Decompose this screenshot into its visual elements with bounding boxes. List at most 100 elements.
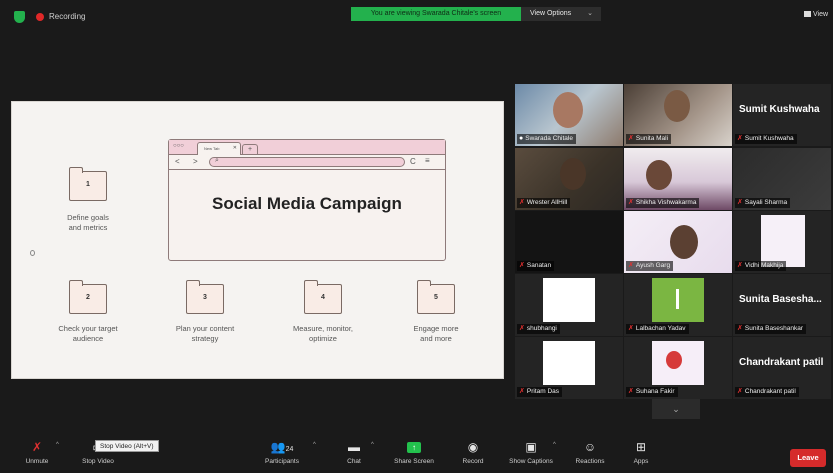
participant-tile[interactable]: ✗ Sayali Sharma xyxy=(733,148,831,210)
participant-name: ✗ shubhangi xyxy=(517,324,560,334)
participant-tile[interactable]: ✗ Vidhi Makhija xyxy=(733,211,831,273)
mic-muted-icon: ✗ xyxy=(737,325,743,332)
mic-muted-icon: ✗ xyxy=(737,199,743,206)
top-bar: Recording You are viewing Swarada Chital… xyxy=(0,0,833,34)
name-text: Suhana Fakir xyxy=(635,388,675,395)
profile-logo xyxy=(543,341,595,385)
participant-tile[interactable]: ✗ shubhangi xyxy=(515,274,623,336)
zoom-meeting-window: Recording You are viewing Swarada Chital… xyxy=(0,0,833,473)
reload-icon: C xyxy=(410,157,416,166)
step-label-line: Engage more xyxy=(413,324,459,333)
record-icon: ◉ xyxy=(467,440,479,454)
step-label: Plan your content strategy xyxy=(155,324,255,344)
unmute-button[interactable]: ✗ Unmute xyxy=(20,436,54,473)
viewing-screen-banner: You are viewing Swarada Chitale's screen xyxy=(351,7,521,21)
browser-window-illustration: ○○○ New Tab ✕ + < > ⌕ C ≡ Social Media C… xyxy=(168,139,446,261)
view-button[interactable]: View xyxy=(804,11,828,18)
slide-headline: Social Media Campaign xyxy=(212,194,402,213)
name-text: Lalbachan Yadav xyxy=(635,325,686,332)
name-text: shubhangi xyxy=(526,325,557,332)
caret-up-icon: ^ xyxy=(56,442,59,448)
profile-logo xyxy=(543,278,595,322)
view-label: View xyxy=(813,11,829,18)
step-number: 5 xyxy=(434,294,438,301)
participant-tile[interactable]: ✗ Lalbachan Yadav xyxy=(624,274,732,336)
participant-face xyxy=(664,90,690,122)
reactions-icon: ☺ xyxy=(583,440,597,454)
view-options-label: View Options xyxy=(530,10,572,17)
unmute-label: Unmute xyxy=(25,458,49,465)
name-text: Sayali Sharma xyxy=(744,199,788,206)
reactions-button[interactable]: ☺ Reactions xyxy=(568,436,612,473)
mic-muted-icon: ✗ xyxy=(31,440,43,454)
captions-options-caret[interactable]: ^ xyxy=(553,436,561,473)
participant-tile[interactable]: ✗ Suhana Fakir xyxy=(624,337,732,399)
participant-name: ✗ Wrester AllHill xyxy=(517,198,571,208)
participant-name: ✗ Sumit Kushwaha xyxy=(735,134,797,144)
step-number: 3 xyxy=(203,294,207,301)
grid-view-icon xyxy=(804,11,811,17)
participant-display-name: Sunita Basesha... xyxy=(739,294,822,305)
participant-tile[interactable]: ✗ Sunita Mali xyxy=(624,84,732,146)
view-options-button[interactable]: View Options ⌄ xyxy=(521,7,601,21)
participant-name: ✗ Shikha Vishwakarma xyxy=(626,198,700,208)
chat-button[interactable]: ▬ Chat xyxy=(338,436,370,473)
pointer-icon xyxy=(30,250,35,256)
mic-muted-icon: ✗ xyxy=(628,262,634,269)
participant-tile[interactable]: ✗ Sanatan xyxy=(515,211,623,273)
participants-icon: 👥24 xyxy=(270,440,294,454)
participant-tile[interactable]: ✗ Ayush Garg xyxy=(624,211,732,273)
participant-name: ✗ Sayali Sharma xyxy=(735,198,791,208)
apps-label: Apps xyxy=(633,458,649,465)
share-screen-button[interactable]: ↑ Share Screen xyxy=(388,436,440,473)
shared-screen-slide: 1 Define goals and metrics ○○○ New Tab ✕… xyxy=(11,101,504,379)
participant-tile[interactable]: Sunita Basesha... ✗ Sunita Baseshankar xyxy=(733,274,831,336)
chevron-down-icon[interactable]: ⌄ xyxy=(652,399,700,419)
folder-icon: 2 xyxy=(69,280,107,314)
step-label-line: strategy xyxy=(191,334,219,343)
step-number: 1 xyxy=(86,181,90,188)
participant-name: ✗ Suhana Fakir xyxy=(626,387,678,397)
record-label: Record xyxy=(462,458,484,465)
avatar-initial xyxy=(676,289,679,309)
participant-face xyxy=(553,92,583,128)
browser-nav-row: < > ⌕ C ≡ xyxy=(169,155,445,170)
participant-name: ✗ Pritam Das xyxy=(517,387,563,397)
participant-tile[interactable]: Sumit Kushwaha ✗ Sumit Kushwaha xyxy=(733,84,831,146)
window-dots-icon: ○○○ xyxy=(173,143,184,149)
record-button[interactable]: ◉ Record xyxy=(455,436,491,473)
participant-name: ✗ Ayush Garg xyxy=(626,261,674,271)
name-text: Swarada Chitale xyxy=(525,135,573,142)
participant-tile[interactable]: ● Swarada Chitale xyxy=(515,84,623,146)
leave-button[interactable]: Leave xyxy=(790,449,826,467)
participant-name: ● Swarada Chitale xyxy=(517,134,576,144)
apps-button[interactable]: ⊞ Apps xyxy=(626,436,656,473)
chat-options-caret[interactable]: ^ xyxy=(371,436,379,473)
folder-icon: 1 xyxy=(69,167,107,201)
participant-tile[interactable]: Chandrakant patil ✗ Chandrakant patil xyxy=(733,337,831,399)
caret-up-icon: ^ xyxy=(371,442,374,448)
plus-icon: + xyxy=(242,144,258,155)
step-label-line: Check your target xyxy=(58,324,118,333)
participant-name: ✗ Sanatan xyxy=(517,261,555,271)
shield-icon[interactable] xyxy=(14,11,25,23)
participant-display-name: Chandrakant patil xyxy=(739,357,824,368)
browser-titlebar: ○○○ New Tab ✕ + xyxy=(169,140,445,155)
participants-button[interactable]: 👥24 Participants xyxy=(254,436,310,473)
participant-tile[interactable]: ✗ Pritam Das xyxy=(515,337,623,399)
name-text: Vidhi Makhija xyxy=(744,262,784,269)
mic-muted-icon: ✗ xyxy=(519,199,525,206)
step-label-line: Measure, monitor, xyxy=(292,324,354,333)
participant-tile[interactable]: ✗ Wrester AllHill xyxy=(515,148,623,210)
mic-icon: ● xyxy=(519,135,524,142)
participant-face xyxy=(560,158,586,190)
show-captions-button[interactable]: ▣ Show Captions xyxy=(501,436,561,473)
name-text: Sunita Baseshankar xyxy=(744,325,804,332)
name-text: Sanatan xyxy=(526,262,552,269)
participants-options-caret[interactable]: ^ xyxy=(313,436,321,473)
mic-muted-icon: ✗ xyxy=(737,388,743,395)
chat-label: Chat xyxy=(347,458,361,465)
participant-tile[interactable]: ✗ Shikha Vishwakarma xyxy=(624,148,732,210)
share-screen-icon: ↑ xyxy=(388,436,440,458)
audio-options-caret[interactable]: ^ xyxy=(56,436,64,473)
